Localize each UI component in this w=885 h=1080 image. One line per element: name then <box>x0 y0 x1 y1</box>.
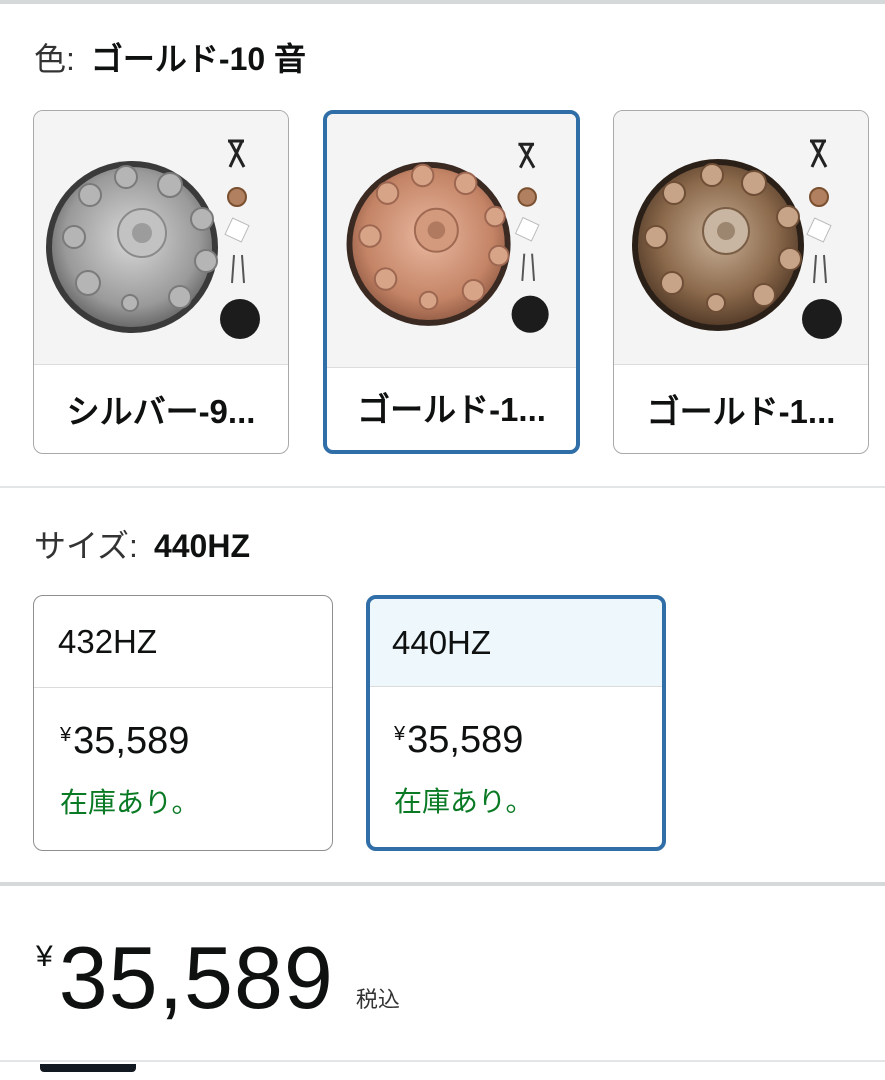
stock-status: 在庫あり。 <box>394 786 534 817</box>
currency-symbol: ¥ <box>394 723 406 745</box>
swatch-image-gold <box>327 114 576 368</box>
handpan-gold-icon <box>346 142 549 333</box>
swatch-caption: ゴールド-1... <box>357 391 546 428</box>
color-label-text: 色: <box>34 41 75 77</box>
price-amount: 35,589 <box>407 719 524 761</box>
bottom-tab-indicator <box>40 1064 136 1072</box>
color-swatch-bronze[interactable]: ゴールド-1... <box>613 110 869 454</box>
section-divider <box>0 486 885 488</box>
handpan-bronze-icon <box>632 139 842 339</box>
color-selected-value: ゴールド-10 音 <box>90 41 307 77</box>
size-option-name: 440HZ <box>370 599 662 687</box>
handpan-silver-icon <box>46 139 260 339</box>
price-amount: 35,589 <box>73 720 190 762</box>
swatch-caption: シルバー-9... <box>66 393 256 430</box>
color-swatch-silver[interactable]: シルバー-9... <box>33 110 289 454</box>
swatch-image-silver <box>34 111 288 365</box>
section-divider <box>0 882 885 886</box>
top-divider <box>0 0 885 4</box>
swatch-caption: ゴールド-1... <box>646 393 836 430</box>
size-option-name: 432HZ <box>34 596 332 688</box>
size-option-price: ¥35,589 <box>370 719 662 762</box>
size-option-440hz-selected[interactable]: 440HZ ¥35,589 在庫あり。 <box>366 595 666 851</box>
color-swatch-gold-selected[interactable]: ゴールド-1... <box>323 110 580 454</box>
size-selected-value: 440HZ <box>153 528 250 564</box>
currency-symbol: ¥ <box>60 724 72 746</box>
main-price: ¥ 35,589 税込 <box>36 930 400 1026</box>
main-price-currency: ¥ <box>36 940 53 973</box>
section-divider <box>0 1060 885 1062</box>
main-price-amount: 35,589 <box>58 928 334 1027</box>
size-label-text: サイズ: <box>34 528 138 564</box>
size-option-price: ¥35,589 <box>34 720 332 763</box>
swatch-image-bronze <box>614 111 868 365</box>
tax-included-note: 税込 <box>355 987 400 1012</box>
size-option-432hz[interactable]: 432HZ ¥35,589 在庫あり。 <box>33 595 333 851</box>
size-selection-label: サイズ: 440HZ <box>34 521 250 567</box>
stock-status: 在庫あり。 <box>60 787 200 818</box>
color-selection-label: 色: ゴールド-10 音 <box>34 34 306 80</box>
